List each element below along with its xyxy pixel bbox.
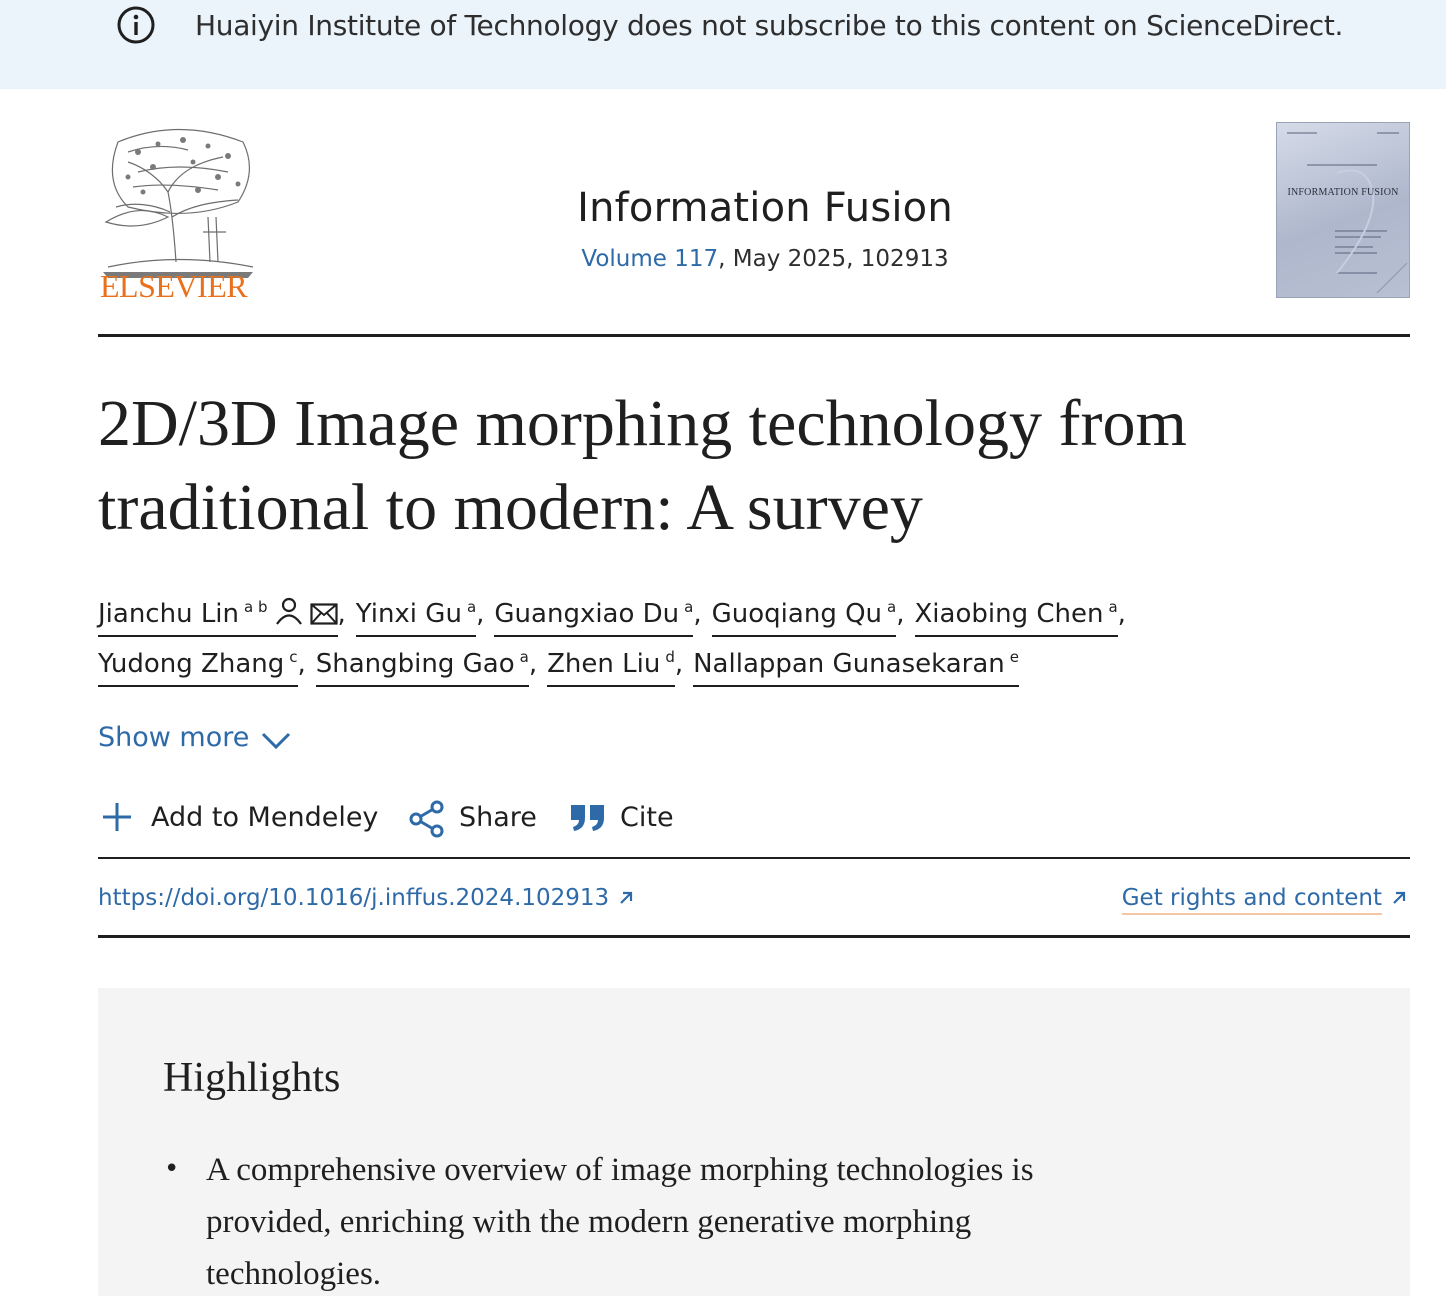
actions-divider bbox=[98, 857, 1410, 859]
highlights-heading: Highlights bbox=[163, 1055, 341, 1101]
author-link[interactable]: Shangbing Gao a bbox=[315, 638, 529, 687]
cite-label: Cite bbox=[620, 802, 674, 833]
author-name: Guangxiao Du bbox=[494, 599, 680, 629]
author-affiliation: a bbox=[466, 598, 477, 616]
author-list: Jianchu Lin a b, Yinxi Gu a, Guangxiao Du a, G… bbox=[98, 588, 1398, 688]
external-link-icon bbox=[1393, 891, 1406, 904]
author-affiliation: a b bbox=[244, 598, 268, 616]
author-affiliation: a bbox=[684, 598, 694, 616]
info-icon bbox=[117, 6, 155, 44]
journal-cover-thumbnail[interactable]: INFORMATION FUSION bbox=[1276, 122, 1410, 298]
access-banner: Huaiyin Institute of Technology does not… bbox=[0, 0, 1446, 89]
author-name: Yinxi Gu bbox=[355, 599, 462, 629]
journal-name[interactable]: Information Fusion bbox=[420, 182, 1110, 234]
show-more-button[interactable]: Show more bbox=[98, 718, 291, 758]
cover-title: INFORMATION FUSION bbox=[1287, 187, 1399, 198]
author-link[interactable]: Xiaobing Chen a bbox=[914, 588, 1118, 637]
volume-link[interactable]: Volume 117 bbox=[581, 246, 718, 272]
issue-details: , May 2025, 102913 bbox=[718, 246, 949, 272]
author-affiliation: d bbox=[665, 648, 675, 666]
person-icon bbox=[275, 597, 302, 625]
bullet-marker: • bbox=[164, 1154, 180, 1184]
rights-text: Get rights and content bbox=[1121, 885, 1382, 915]
author-link[interactable]: Zhen Liu d bbox=[547, 638, 675, 687]
author-link[interactable]: Guoqiang Qu a bbox=[711, 588, 897, 637]
author-affiliation: a bbox=[887, 598, 897, 616]
banner-message: Huaiyin Institute of Technology does not… bbox=[195, 9, 1344, 42]
journal-issue-info: Volume 117, May 2025, 102913 bbox=[420, 244, 1110, 274]
plus-icon bbox=[103, 803, 131, 831]
share-label: Share bbox=[459, 802, 537, 833]
doi-link[interactable]: https://doi.org/10.1016/j.inffus.2024.10… bbox=[98, 882, 637, 914]
elsevier-wordmark: ELSEVIER bbox=[100, 268, 248, 304]
author-link[interactable]: Yudong Zhang c bbox=[98, 638, 298, 687]
show-more-label: Show more bbox=[98, 722, 250, 753]
author-affiliation: a bbox=[519, 648, 529, 666]
author-name: Zhen Liu bbox=[547, 649, 661, 679]
chevron-down-icon bbox=[262, 732, 291, 750]
author-name: Yudong Zhang bbox=[98, 649, 285, 679]
highlight-item: A comprehensive overview of image morphi… bbox=[206, 1152, 1034, 1292]
external-link-icon bbox=[620, 891, 633, 904]
journal-header: Information Fusion Volume 117, May 2025,… bbox=[420, 182, 1110, 274]
author-name: Shangbing Gao bbox=[315, 649, 515, 679]
doi-divider bbox=[98, 935, 1410, 938]
author-link[interactable]: Jianchu Lin a b bbox=[98, 588, 338, 637]
cover-art bbox=[1287, 132, 1408, 294]
author-name: Guoqiang Qu bbox=[711, 599, 883, 629]
quote-icon bbox=[571, 805, 604, 831]
email-icon bbox=[309, 603, 338, 625]
author-link[interactable]: Yinxi Gu a bbox=[355, 588, 477, 637]
author-name: Jianchu Lin bbox=[98, 599, 240, 629]
author-link[interactable]: Nallappan Gunasekaran e bbox=[693, 638, 1020, 687]
header-divider bbox=[98, 334, 1410, 337]
author-affiliation: e bbox=[1009, 648, 1020, 666]
get-rights-link[interactable]: Get rights and content bbox=[1121, 882, 1410, 915]
article-title: 2D/3D Image morphing technology from tra… bbox=[98, 387, 1187, 544]
author-name: Xiaobing Chen bbox=[914, 599, 1104, 629]
author-link[interactable]: Guangxiao Du a bbox=[494, 588, 694, 637]
highlights-section: Highlights • A comprehensive overview of… bbox=[98, 988, 1410, 1296]
author-name: Nallappan Gunasekaran bbox=[693, 649, 1005, 679]
share-icon bbox=[409, 800, 444, 838]
author-affiliation: a bbox=[1108, 598, 1118, 616]
mendeley-label: Add to Mendeley bbox=[151, 802, 379, 833]
author-affiliation: c bbox=[289, 648, 298, 666]
doi-text: https://doi.org/10.1016/j.inffus.2024.10… bbox=[98, 885, 610, 911]
